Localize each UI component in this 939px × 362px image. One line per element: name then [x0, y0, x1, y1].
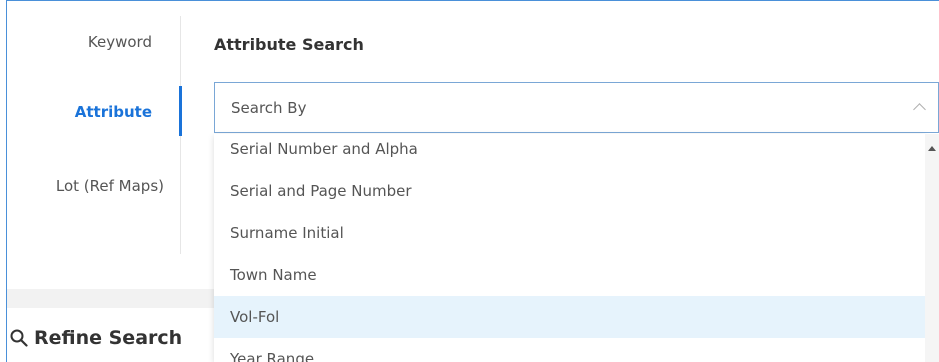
refine-search-title: Refine Search	[34, 327, 183, 349]
search-by-select[interactable]: Search By	[214, 82, 939, 133]
dropdown-option[interactable]: Serial Number and Alpha	[214, 134, 925, 170]
active-tab-indicator	[179, 86, 182, 136]
dropdown-scrollbar[interactable]	[925, 134, 939, 362]
refine-search-header: Refine Search	[10, 327, 182, 349]
tab-keyword[interactable]: Keyword	[0, 33, 152, 51]
chevron-up-icon[interactable]	[913, 103, 926, 116]
section-title: Attribute Search	[214, 35, 364, 54]
dropdown-option[interactable]: Surname Initial	[214, 212, 925, 254]
select-placeholder: Search By	[231, 99, 307, 117]
scroll-up-arrow-icon[interactable]	[928, 146, 936, 151]
dropdown-option[interactable]: Town Name	[214, 254, 925, 296]
tab-lot-ref-maps[interactable]: Lot (Ref Maps)	[0, 177, 164, 195]
search-by-dropdown: Serial Number and Alpha Serial and Page …	[214, 134, 925, 362]
search-icon	[10, 329, 28, 347]
dropdown-option[interactable]: Year Range	[214, 338, 925, 362]
tab-attribute[interactable]: Attribute	[0, 103, 152, 121]
frame-top-border	[6, 0, 939, 1]
dropdown-option[interactable]: Serial and Page Number	[214, 170, 925, 212]
dropdown-option-highlighted[interactable]: Vol-Fol	[214, 296, 925, 338]
